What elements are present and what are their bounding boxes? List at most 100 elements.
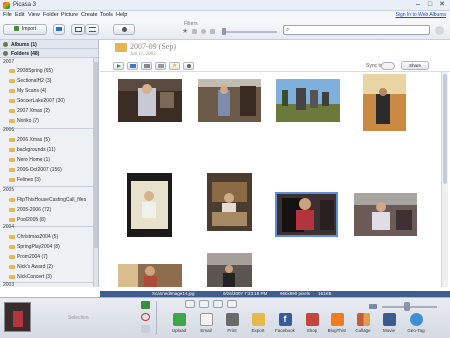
- movie-button[interactable]: Movie: [374, 313, 404, 333]
- search-box[interactable]: ⌕: [283, 25, 430, 35]
- video-filter-icon[interactable]: [192, 29, 197, 34]
- facebook-button[interactable]: f Facebook: [270, 313, 300, 333]
- properties-button[interactable]: [155, 62, 166, 70]
- upload-folder-button[interactable]: [127, 62, 138, 70]
- albums-header-label: Albums (1): [11, 42, 37, 48]
- sign-in-web-albums-link[interactable]: Sign In to Web Albums: [396, 12, 447, 18]
- folder-item[interactable]: SectionalH2 (3): [9, 78, 51, 84]
- photo-thumbnail[interactable]: [207, 173, 252, 231]
- folder-item[interactable]: SoccerLake2007 (30): [9, 98, 65, 104]
- albums-header[interactable]: Albums (1): [0, 40, 98, 49]
- rotate-right-button[interactable]: [199, 300, 209, 308]
- folder-item[interactable]: Felines (3): [9, 177, 41, 183]
- list-view-button[interactable]: [85, 24, 99, 35]
- folder-item[interactable]: backgrounds (11): [9, 147, 56, 153]
- filter-date-slider[interactable]: [223, 31, 277, 33]
- menu-folder[interactable]: Folder: [43, 12, 59, 18]
- tag-button[interactable]: [227, 300, 237, 308]
- menu-edit[interactable]: Edit: [15, 12, 24, 18]
- folder-item[interactable]: SpringPlay2004 (8): [9, 244, 60, 250]
- selection-label: Selection: [68, 315, 89, 321]
- photo-thumbnail[interactable]: [127, 173, 172, 237]
- export-icon: [251, 313, 265, 326]
- help-icon[interactable]: [435, 26, 444, 35]
- geotag-filter-icon[interactable]: [210, 29, 215, 34]
- people-button[interactable]: [113, 24, 135, 35]
- import-label: Import: [21, 26, 37, 32]
- folder-item[interactable]: Noriko (7): [9, 118, 39, 124]
- folder-label: 2006 Xmas (5): [17, 137, 50, 143]
- library-scrollbar[interactable]: [93, 58, 98, 287]
- geotag-button[interactable]: Geo-Tag: [401, 313, 431, 333]
- picasa-logo-icon: [3, 2, 10, 9]
- rotate-left-button[interactable]: [185, 300, 195, 308]
- library-scroll-thumb[interactable]: [94, 62, 98, 248]
- folder-label: Nero Home (1): [17, 157, 51, 163]
- menu-file[interactable]: File: [3, 12, 12, 18]
- star-folder-button[interactable]: ★: [169, 62, 180, 70]
- sync-toggle[interactable]: [381, 62, 395, 70]
- filter-slider-handle[interactable]: [222, 28, 226, 35]
- clear-selection-icon[interactable]: [141, 313, 150, 321]
- tray-selected-thumbnail[interactable]: [4, 302, 31, 332]
- menu-create[interactable]: Create: [81, 12, 98, 18]
- title-bar: Picasa 3 – □ ✕: [0, 0, 450, 11]
- folder-item[interactable]: Christmas2004 (5): [9, 234, 58, 240]
- web-album-icon: [130, 64, 136, 68]
- search-input[interactable]: [293, 26, 428, 34]
- photo-thumbnail[interactable]: [118, 79, 182, 122]
- add-to-album-button[interactable]: [53, 24, 65, 35]
- folder-item[interactable]: 2005-2006 (72): [9, 207, 51, 213]
- folder-action-row: ★ Sync to Web Share: [100, 61, 450, 72]
- maximize-button[interactable]: □: [424, 1, 436, 9]
- photo-thumbnail-selected[interactable]: [275, 192, 338, 237]
- folder-item[interactable]: My Scans (4): [9, 88, 46, 94]
- photo-thumbnail[interactable]: [198, 79, 261, 122]
- menu-view[interactable]: View: [28, 12, 40, 18]
- share-folder-button[interactable]: [141, 62, 152, 70]
- photo-grid-scroll-thumb[interactable]: [443, 74, 447, 184]
- upload-button[interactable]: Upload: [164, 313, 194, 333]
- folder-item[interactable]: 2006 Xmas (5): [9, 137, 50, 143]
- play-slideshow-button[interactable]: [113, 62, 124, 70]
- folder-item[interactable]: Nick's Award (2): [9, 264, 53, 270]
- folder-item[interactable]: Pool2005 (8): [9, 217, 46, 223]
- folder-item[interactable]: NickConcert (3): [9, 274, 52, 280]
- export-button[interactable]: Export: [243, 313, 273, 333]
- photo-thumbnail[interactable]: [276, 79, 340, 122]
- folder-item[interactable]: Prom2004 (7): [9, 254, 48, 260]
- faces-filter-icon[interactable]: [201, 29, 206, 34]
- folder-icon: [9, 88, 15, 93]
- folder-label: Felines (3): [17, 177, 41, 183]
- photo-thumbnail[interactable]: [118, 264, 182, 287]
- import-icon: [13, 26, 19, 32]
- add-to-album-icon[interactable]: [141, 325, 150, 333]
- blogger-icon: [330, 313, 344, 326]
- folder-item[interactable]: 2007 Xmas (2): [9, 108, 50, 114]
- photo-grid-scrollbar[interactable]: [441, 72, 448, 287]
- folder-title[interactable]: 2007-09 (Sep): [130, 42, 176, 51]
- folder-item[interactable]: Nero Home (1): [9, 157, 50, 163]
- thumbnail-size-handle[interactable]: [404, 302, 410, 311]
- starred-filter-icon[interactable]: ★: [182, 27, 188, 35]
- folder-item[interactable]: FlipThisHouseCastingCall_files: [9, 197, 86, 203]
- folder-item[interactable]: 2008Spring (65): [9, 68, 53, 74]
- hold-selection-icon[interactable]: [141, 301, 150, 309]
- folders-header[interactable]: Folders (48): [0, 49, 98, 58]
- photo-thumbnail[interactable]: [363, 74, 406, 131]
- minimize-button[interactable]: –: [412, 1, 424, 9]
- star-button[interactable]: [213, 300, 223, 308]
- menu-help[interactable]: Help: [116, 12, 127, 18]
- menu-picture[interactable]: Picture: [61, 12, 78, 18]
- year-divider: [3, 186, 95, 187]
- import-button[interactable]: Import: [3, 24, 47, 35]
- photo-thumbnail[interactable]: [354, 193, 417, 236]
- close-button[interactable]: ✕: [436, 1, 448, 9]
- people-folder-button[interactable]: [183, 62, 194, 70]
- folder-label: 2005-2006 (72): [17, 207, 52, 213]
- share-button[interactable]: Share: [401, 61, 429, 70]
- photo-thumbnail[interactable]: [207, 253, 252, 287]
- folder-item[interactable]: 2006-Oct2007 (156): [9, 167, 62, 173]
- grid-view-button[interactable]: [71, 24, 85, 35]
- menu-tools[interactable]: Tools: [100, 12, 113, 18]
